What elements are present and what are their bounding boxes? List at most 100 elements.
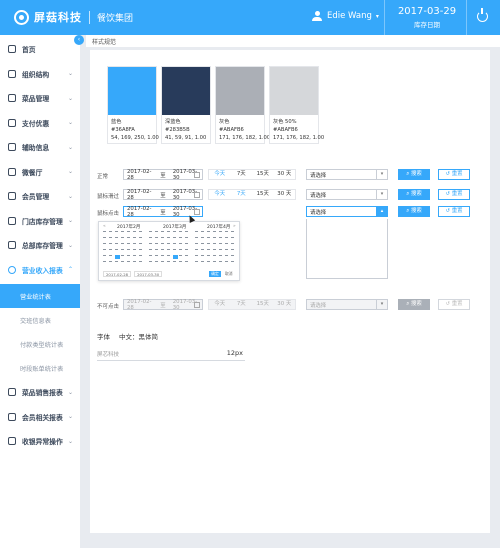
calendar-day[interactable] — [103, 231, 106, 233]
calendar-day[interactable] — [219, 261, 222, 263]
calendar-day[interactable] — [139, 231, 142, 233]
sidebar-item-hq-inventory[interactable]: 总部库存管理 ⌄ — [0, 233, 80, 258]
calendar-day[interactable] — [173, 255, 178, 259]
calendar-day[interactable] — [195, 231, 198, 233]
calendar-day[interactable] — [231, 231, 234, 233]
date-picker-popup[interactable]: « 2017年2月 2017年3月 2017年4月 » 2017-02-28 20… — [98, 221, 240, 281]
calendar-day[interactable] — [133, 237, 136, 239]
calendar-day[interactable] — [139, 255, 142, 257]
calendar-day[interactable] — [139, 243, 142, 245]
sidebar-item-micro-restaurant[interactable]: 微餐厅 ⌄ — [0, 160, 80, 185]
calendar-day[interactable] — [179, 231, 182, 233]
date-range-input[interactable]: 2017-02-28 至 2017-03-30 — [123, 189, 203, 201]
calendar-day[interactable] — [109, 237, 112, 239]
calendar-day[interactable] — [133, 243, 136, 245]
calendar-day[interactable] — [121, 243, 124, 245]
sidebar-item-dish-sales-report[interactable]: 菜品销售报表 ⌄ — [0, 380, 80, 405]
calendar-day[interactable] — [127, 231, 130, 233]
calendar-day[interactable] — [115, 249, 118, 251]
calendar-day[interactable] — [127, 249, 130, 251]
calendar-day[interactable] — [155, 261, 158, 263]
calendar-cancel-button[interactable]: 取消 — [225, 271, 233, 277]
calendar-day[interactable] — [133, 261, 136, 263]
calendar-day[interactable] — [139, 249, 142, 251]
search-button[interactable]: ⌕ 搜索 — [398, 206, 430, 217]
prev-month-icon[interactable]: « — [103, 224, 106, 229]
calendar-day[interactable] — [115, 243, 118, 245]
calendar-day[interactable] — [127, 255, 130, 257]
sidebar-item-home[interactable]: 首页 — [0, 37, 80, 62]
calendar-day[interactable] — [185, 255, 188, 257]
calendar-day[interactable] — [219, 255, 222, 257]
calendar-day[interactable] — [149, 255, 152, 257]
calendar-day[interactable] — [207, 261, 210, 263]
search-button[interactable]: ⌕ 搜索 — [398, 169, 430, 180]
calendar-day[interactable] — [207, 249, 210, 251]
quick-15-days[interactable]: 15天 — [252, 190, 274, 199]
sidebar-item-payment[interactable]: 支付优惠 ⌄ — [0, 111, 80, 136]
calendar-day[interactable] — [167, 243, 170, 245]
calendar-day[interactable] — [185, 243, 188, 245]
calendar-day[interactable] — [185, 249, 188, 251]
calendar-day[interactable] — [173, 261, 176, 263]
quick-30-days[interactable]: 30 天 — [274, 170, 296, 179]
calendar-day[interactable] — [219, 249, 222, 251]
calendar-day[interactable] — [195, 243, 198, 245]
reset-button[interactable]: ↺ 重置 — [438, 169, 470, 180]
calendar-day[interactable] — [103, 237, 106, 239]
calendar-day[interactable] — [133, 249, 136, 251]
calendar-day[interactable] — [219, 237, 222, 239]
sidebar-item-members[interactable]: 会员管理 ⌄ — [0, 184, 80, 209]
calendar-day[interactable] — [133, 231, 136, 233]
calendar-day[interactable] — [225, 237, 228, 239]
calendar-day[interactable] — [185, 231, 188, 233]
calendar-day[interactable] — [103, 243, 106, 245]
calendar-day[interactable] — [155, 255, 158, 257]
calendar-day[interactable] — [121, 231, 124, 233]
calendar-day[interactable] — [195, 237, 198, 239]
calendar-day[interactable] — [161, 255, 164, 257]
sidebar-item-member-report[interactable]: 会员相关报表 ⌄ — [0, 405, 80, 430]
calendar-day[interactable] — [231, 261, 234, 263]
calendar-day[interactable] — [185, 237, 188, 239]
sidebar-item-store-inventory[interactable]: 门店库存管理 ⌄ — [0, 209, 80, 234]
calendar-day[interactable] — [167, 237, 170, 239]
calendar-day[interactable] — [231, 249, 234, 251]
calendar-day[interactable] — [127, 261, 130, 263]
calendar-day[interactable] — [103, 249, 106, 251]
subitem-payment-type-stats[interactable]: 付款类型统计表 — [0, 332, 80, 356]
calendar-day[interactable] — [213, 249, 216, 251]
calendar-day[interactable] — [231, 237, 234, 239]
calendar-day[interactable] — [161, 231, 164, 233]
quick-today[interactable]: 今天 — [209, 190, 231, 199]
calendar-day[interactable] — [201, 237, 204, 239]
calendar-day[interactable] — [155, 249, 158, 251]
select-dropdown[interactable]: 请选择 ▾ — [306, 169, 388, 180]
reset-button[interactable]: ↺ 重置 — [438, 189, 470, 200]
calendar-day[interactable] — [109, 249, 112, 251]
calendar-day[interactable] — [167, 261, 170, 263]
calendar-day[interactable] — [133, 255, 136, 257]
calendar-day[interactable] — [149, 237, 152, 239]
calendar-day[interactable] — [225, 261, 228, 263]
calendar-day[interactable] — [213, 243, 216, 245]
calendar-day[interactable] — [173, 237, 176, 239]
calendar-day[interactable] — [179, 237, 182, 239]
calendar-day[interactable] — [207, 237, 210, 239]
quick-15-days[interactable]: 15天 — [252, 170, 274, 179]
calendar-day[interactable] — [139, 261, 142, 263]
calendar-grid[interactable] — [149, 231, 191, 267]
calendar-day[interactable] — [213, 231, 216, 233]
calendar-day[interactable] — [225, 249, 228, 251]
calendar-grid[interactable] — [195, 231, 237, 267]
calendar-day[interactable] — [195, 255, 198, 257]
calendar-grid[interactable] — [103, 231, 145, 267]
calendar-day[interactable] — [127, 243, 130, 245]
calendar-day[interactable] — [201, 231, 204, 233]
sidebar-item-auxiliary[interactable]: 辅助信息 ⌄ — [0, 135, 80, 160]
calendar-day[interactable] — [115, 237, 118, 239]
calendar-day[interactable] — [219, 243, 222, 245]
calendar-day[interactable] — [179, 243, 182, 245]
sidebar-item-organization[interactable]: 组织结构 ⌄ — [0, 62, 80, 87]
calendar-day[interactable] — [103, 261, 106, 263]
